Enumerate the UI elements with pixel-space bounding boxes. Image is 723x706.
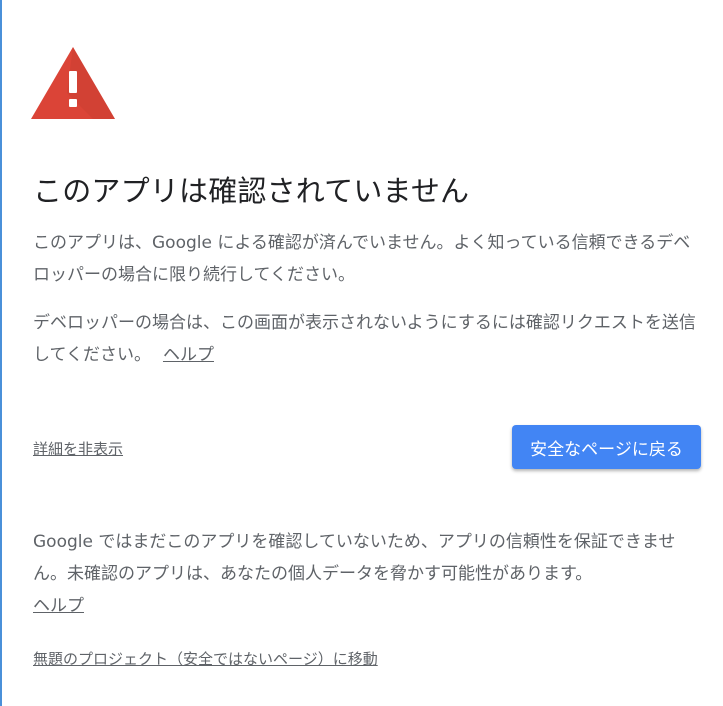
unverified-app-page: このアプリは確認されていません このアプリは、Google による確認が済んでい…: [0, 0, 723, 706]
developer-text: デベロッパーの場合は、この画面が表示されないようにするには確認リクエストを送信し…: [33, 313, 696, 365]
page-title: このアプリは確認されていません: [33, 174, 470, 208]
warning-triangle-icon: [31, 47, 115, 119]
details-text: Google ではまだこのアプリを確認していないため、アプリの信頼性を保証できま…: [33, 532, 676, 584]
hide-details-link[interactable]: 詳細を非表示: [33, 438, 123, 459]
details-text-block: Google ではまだこのアプリを確認していないため、アプリの信頼性を保証できま…: [33, 526, 703, 622]
go-to-unsafe-project-link[interactable]: 無題のプロジェクト（安全ではないページ）に移動: [33, 648, 378, 669]
developer-text-block: デベロッパーの場合は、この画面が表示されないようにするには確認リクエストを送信し…: [33, 307, 703, 371]
window-left-edge: [0, 0, 2, 706]
developer-help-link[interactable]: ヘルプ: [163, 345, 214, 365]
back-to-safety-button[interactable]: 安全なページに戻る: [512, 425, 701, 469]
intro-text: このアプリは、Google による確認が済んでいません。よく知っている信頼できる…: [33, 233, 691, 285]
details-help-link[interactable]: ヘルプ: [33, 596, 84, 616]
